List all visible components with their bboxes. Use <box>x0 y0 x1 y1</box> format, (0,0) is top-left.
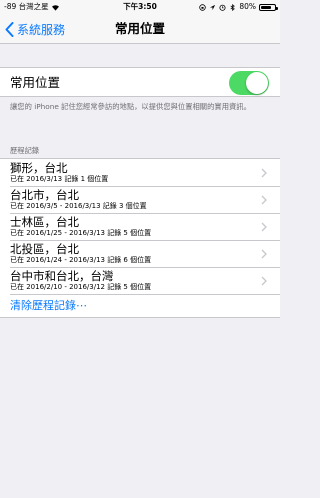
history-row[interactable]: 北投區，台北 已在 2016/1/24 - 2016/3/13 記錄 6 個位置 <box>0 240 280 267</box>
clear-history-button[interactable]: 清除歷程記錄⋯ <box>10 294 87 317</box>
history-subtitle: 已在 2016/3/13 記錄 1 個位置 <box>10 175 109 183</box>
history-subtitle: 已在 2016/3/5 - 2016/3/13 記錄 3 個位置 <box>10 202 147 210</box>
history-row[interactable]: 台中市和台北，台灣 已在 2016/2/10 - 2016/3/12 記錄 5 … <box>0 267 280 294</box>
history-row[interactable]: 士林區，台北 已在 2016/1/25 - 2016/3/13 記錄 5 個位置 <box>0 213 280 240</box>
history-title: 獅形，台北 <box>10 161 68 175</box>
chevron-right-icon <box>261 222 267 232</box>
battery-percent: 80% <box>239 2 256 11</box>
chevron-right-icon <box>261 249 267 259</box>
status-right: 80% <box>199 0 278 14</box>
page-title: 常用位置 <box>114 21 165 36</box>
history-subtitle: 已在 2016/1/24 - 2016/3/13 記錄 6 個位置 <box>10 256 152 264</box>
switch-knob <box>246 72 268 94</box>
bluetooth-icon <box>230 3 236 11</box>
history-section-header: 歷程記錄 <box>10 146 40 155</box>
chevron-right-icon <box>261 168 267 178</box>
battery-icon <box>259 3 278 11</box>
battery-level <box>261 5 272 9</box>
history-list: 獅形，台北 已在 2016/3/13 記錄 1 個位置 台北市，台北 已在 20… <box>0 158 280 318</box>
chevron-right-icon <box>261 195 267 205</box>
alarm-icon <box>219 4 226 11</box>
history-title: 士林區，台北 <box>10 215 79 229</box>
history-title: 北投區，台北 <box>10 242 79 256</box>
location-icon <box>210 4 216 10</box>
toggle-label: 常用位置 <box>10 75 61 90</box>
clear-history-row[interactable]: 清除歷程記錄⋯ <box>0 294 280 317</box>
frequent-locations-toggle-row: 常用位置 <box>0 67 280 97</box>
status-bar: -89 台灣之星 下午3:50 80% <box>0 0 280 14</box>
history-row[interactable]: 台北市，台北 已在 2016/3/5 - 2016/3/13 記錄 3 個位置 <box>0 186 280 213</box>
history-row[interactable]: 獅形，台北 已在 2016/3/13 記錄 1 個位置 <box>0 159 280 186</box>
navigation-bar: 系統服務 常用位置 <box>0 14 280 44</box>
frequent-locations-switch[interactable] <box>229 71 269 95</box>
history-title: 台中市和台北，台灣 <box>10 269 114 283</box>
lock-rotation-icon <box>199 3 207 11</box>
history-title: 台北市，台北 <box>10 188 79 202</box>
chevron-right-icon <box>261 276 267 286</box>
history-subtitle: 已在 2016/1/25 - 2016/3/13 記錄 5 個位置 <box>10 229 152 237</box>
history-subtitle: 已在 2016/2/10 - 2016/3/12 記錄 5 個位置 <box>10 283 152 291</box>
toggle-description: 讓您的 iPhone 記住您經常參訪的地點，以提供您與位置相關的實用資訊。 <box>10 102 251 111</box>
